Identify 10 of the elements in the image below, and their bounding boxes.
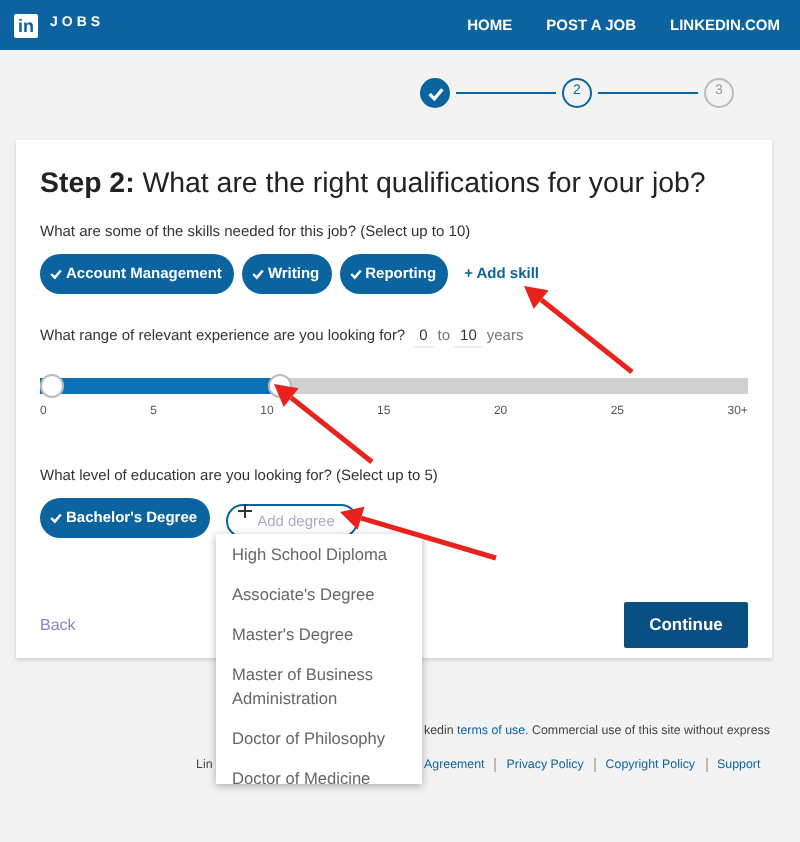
- step-title: Step 2: What are the right qualifications for your job?: [40, 168, 708, 203]
- back-link[interactable]: Back: [40, 613, 76, 638]
- continue-button[interactable]: Continue: [624, 602, 748, 649]
- dropdown-option[interactable]: High School Diploma: [216, 534, 422, 574]
- dropdown-option[interactable]: Doctor of Philosophy: [216, 718, 422, 758]
- dropdown-option[interactable]: Master of Business Administration: [216, 654, 422, 718]
- dropdown-option[interactable]: Doctor of Medicine: [216, 758, 422, 784]
- dropdown-option[interactable]: Master's Degree: [216, 614, 422, 654]
- dropdown-option[interactable]: Associate's Degree: [216, 574, 422, 614]
- logo-icon[interactable]: in: [14, 13, 38, 37]
